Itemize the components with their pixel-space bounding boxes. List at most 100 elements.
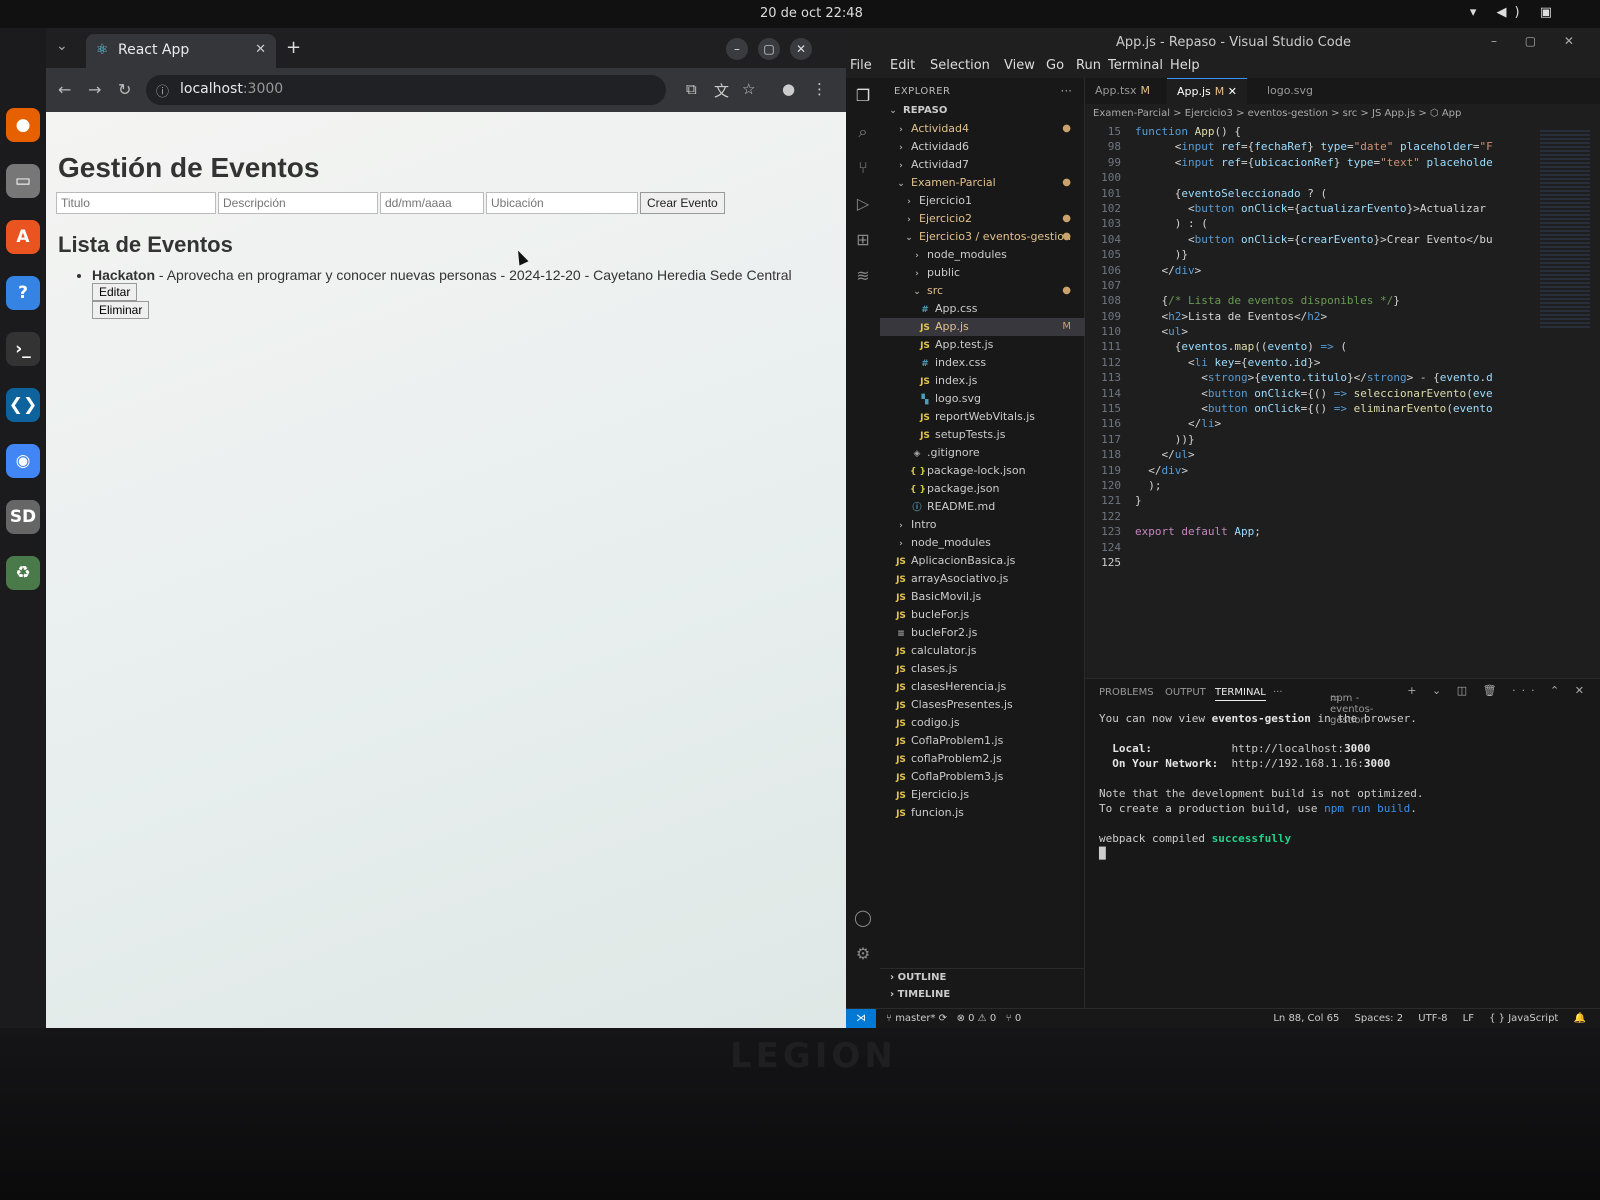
- reload-icon[interactable]: ↻: [118, 80, 131, 99]
- window-controls[interactable]: – ▢ ✕: [1491, 34, 1586, 48]
- tree-file[interactable]: JS calculator.js: [880, 642, 1085, 660]
- extensions-icon[interactable]: ⊞: [853, 230, 873, 250]
- editor-tab[interactable]: App.js M ✕: [1167, 78, 1247, 104]
- tree-file[interactable]: JS index.js: [880, 372, 1085, 390]
- panel-tab-problems[interactable]: PROBLEMS: [1099, 687, 1154, 698]
- profile-icon[interactable]: ●: [782, 80, 795, 98]
- tree-file[interactable]: # App.css: [880, 300, 1085, 318]
- forward-icon[interactable]: →: [88, 80, 101, 99]
- menu-help[interactable]: Help: [1170, 58, 1200, 73]
- tree-file[interactable]: JS CoflaProblem3.js: [880, 768, 1085, 786]
- minimap[interactable]: [1540, 130, 1590, 330]
- menu-run[interactable]: Run: [1076, 58, 1101, 73]
- system-clock[interactable]: 20 de oct 22:48: [760, 6, 863, 21]
- tree-folder[interactable]: › Actividad7: [880, 156, 1085, 174]
- tree-file[interactable]: JS bucleFor.js: [880, 606, 1085, 624]
- docker-icon[interactable]: ≋: [853, 266, 873, 286]
- sync-icon[interactable]: ⟳: [939, 1013, 947, 1024]
- translate-icon[interactable]: 文: [714, 80, 729, 101]
- tree-folder[interactable]: › public: [880, 264, 1085, 282]
- git-branch[interactable]: master*: [895, 1013, 935, 1024]
- app-center-icon[interactable]: A: [6, 220, 40, 254]
- tree-folder[interactable]: › Ejercicio2 ●: [880, 210, 1085, 228]
- tree-folder[interactable]: › Ejercicio1: [880, 192, 1085, 210]
- close-window-icon[interactable]: ✕: [790, 38, 812, 60]
- search-icon[interactable]: ⌕: [853, 122, 873, 142]
- manage-gear-icon[interactable]: ⚙: [853, 944, 873, 964]
- tree-file[interactable]: JS AplicacionBasica.js: [880, 552, 1085, 570]
- tree-file[interactable]: ⓘ README.md: [880, 498, 1085, 516]
- tree-file[interactable]: { }package-lock.json: [880, 462, 1085, 480]
- tree-file[interactable]: # index.css: [880, 354, 1085, 372]
- site-info-icon[interactable]: ⓘ: [156, 81, 169, 100]
- explorer-icon[interactable]: ❐: [853, 86, 873, 106]
- tree-file[interactable]: JS coflaProblem2.js: [880, 750, 1085, 768]
- maximize-icon[interactable]: ▢: [758, 38, 780, 60]
- root-folder[interactable]: ⌄ REPASO: [880, 102, 1085, 120]
- tree-folder[interactable]: › node_modules: [880, 246, 1085, 264]
- disk-icon[interactable]: SD: [6, 500, 40, 534]
- tree-folder[interactable]: › Intro: [880, 516, 1085, 534]
- editor-tab[interactable]: logo.svg: [1257, 78, 1323, 104]
- cursor-position[interactable]: Ln 88, Col 65: [1273, 1013, 1339, 1024]
- tab-search-icon[interactable]: ⌄: [56, 38, 68, 54]
- system-tray-icons[interactable]: ▾ ◀) ▣: [1470, 5, 1560, 20]
- minimize-icon[interactable]: –: [726, 38, 748, 60]
- run-debug-icon[interactable]: ▷: [853, 194, 873, 214]
- tree-file[interactable]: JS reportWebVitals.js: [880, 408, 1085, 426]
- tree-file[interactable]: JS App.js M: [880, 318, 1085, 336]
- new-tab-icon[interactable]: +: [286, 37, 301, 58]
- tree-folder[interactable]: › Actividad4 ●: [880, 120, 1085, 138]
- chrome-icon[interactable]: ◉: [6, 444, 40, 478]
- bookmark-star-icon[interactable]: ☆: [742, 80, 755, 98]
- menu-selection[interactable]: Selection: [930, 58, 990, 73]
- tree-file[interactable]: JS funcion.js: [880, 804, 1085, 822]
- panel-tab-output[interactable]: OUTPUT: [1165, 687, 1206, 698]
- tree-file[interactable]: JS clasesHerencia.js: [880, 678, 1085, 696]
- panel-controls[interactable]: + ⌄ ◫ 🗑 ··· ⌃ ✕: [1407, 684, 1590, 697]
- tree-file[interactable]: ≡ bucleFor2.js: [880, 624, 1085, 642]
- tree-file[interactable]: ◈ .gitignore: [880, 444, 1085, 462]
- indentation[interactable]: Spaces: 2: [1355, 1013, 1404, 1024]
- help-icon[interactable]: ?: [6, 276, 40, 310]
- line-endings[interactable]: LF: [1463, 1013, 1474, 1024]
- source-control-icon[interactable]: ⑂: [853, 158, 873, 178]
- code-editor[interactable]: 15 function App() {98 <input ref={fechaRe…: [1085, 124, 1600, 570]
- tree-file[interactable]: { }package.json: [880, 480, 1085, 498]
- address-bar[interactable]: ⓘ localhost:3000: [146, 75, 666, 105]
- problems-count[interactable]: ⊗ 0 ⚠ 0: [957, 1013, 997, 1024]
- tree-file[interactable]: JS arrayAsociativo.js: [880, 570, 1085, 588]
- editor-tab[interactable]: App.tsx M: [1085, 78, 1160, 104]
- menu-go[interactable]: Go: [1046, 58, 1064, 73]
- tree-file[interactable]: ▚ logo.svg: [880, 390, 1085, 408]
- menu-kebab-icon[interactable]: ⋮: [812, 80, 827, 98]
- tree-file[interactable]: JS CoflaProblem1.js: [880, 732, 1085, 750]
- encoding[interactable]: UTF-8: [1418, 1013, 1447, 1024]
- tree-file[interactable]: JS ClasesPresentes.js: [880, 696, 1085, 714]
- tree-file[interactable]: JS App.test.js: [880, 336, 1085, 354]
- remote-indicator-icon[interactable]: ⋊: [846, 1009, 876, 1029]
- menu-edit[interactable]: Edit: [890, 58, 915, 73]
- tree-folder[interactable]: › node_modules: [880, 534, 1085, 552]
- panel-tab-terminal[interactable]: TERMINAL: [1215, 687, 1266, 701]
- close-tab-icon[interactable]: ✕: [1224, 85, 1237, 98]
- crear-evento-button[interactable]: Crear Evento: [640, 192, 725, 214]
- accounts-icon[interactable]: ◯: [853, 908, 873, 928]
- outline-section[interactable]: › OUTLINE: [880, 968, 1085, 986]
- breadcrumb[interactable]: Examen-Parcial > Ejercicio3 > eventos-ge…: [1093, 108, 1461, 119]
- files-icon[interactable]: ▭: [6, 164, 40, 198]
- tree-file[interactable]: JS clases.js: [880, 660, 1085, 678]
- menu-file[interactable]: File: [850, 58, 872, 73]
- tree-file[interactable]: JS Ejercicio.js: [880, 786, 1085, 804]
- tree-folder[interactable]: ⌄ Ejercicio3 / eventos-gestion ●: [880, 228, 1085, 246]
- cast-icon[interactable]: ⧉: [686, 80, 697, 98]
- vscode-icon[interactable]: ❮❯: [6, 388, 40, 422]
- titulo-input[interactable]: [56, 192, 216, 214]
- language-mode[interactable]: { } JavaScript: [1489, 1013, 1558, 1024]
- browser-tab[interactable]: ⚛ React App ✕: [86, 34, 276, 68]
- trash-icon[interactable]: ♻: [6, 556, 40, 590]
- tree-file[interactable]: JS setupTests.js: [880, 426, 1085, 444]
- tree-file[interactable]: JS BasicMovil.js: [880, 588, 1085, 606]
- close-tab-icon[interactable]: ✕: [255, 42, 266, 57]
- tree-folder[interactable]: ⌄ src ●: [880, 282, 1085, 300]
